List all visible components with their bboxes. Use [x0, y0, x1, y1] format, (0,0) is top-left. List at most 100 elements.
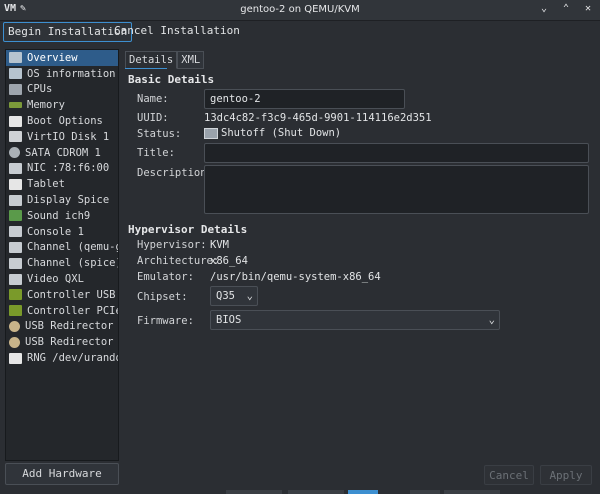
title-field[interactable]: [204, 143, 589, 163]
hypervisor-details-heading: Hypervisor Details: [128, 223, 248, 236]
taskbar-strip: [348, 490, 378, 494]
sound-icon: [9, 210, 22, 222]
emulator-value: /usr/bin/qemu-system-x86_64: [210, 271, 381, 283]
name-label: Name:: [137, 93, 169, 105]
architecture-label: Architecture:: [137, 255, 220, 267]
sidebar-item-controller-usb[interactable]: Controller USB: [6, 287, 118, 303]
sidebar-item-label: Channel (spice): [27, 257, 118, 270]
boot-icon: [9, 115, 22, 127]
tablet-icon: [9, 178, 22, 190]
sidebar-item-label: SATA CDROM 1: [25, 146, 101, 159]
sidebar-item-memory[interactable]: Memory: [6, 97, 118, 113]
firmware-selected-value: BIOS: [216, 314, 242, 326]
sidebar-item-label: Display Spice: [27, 194, 110, 207]
detail-tabs: Details XML: [125, 51, 205, 69]
sidebar-item-usb-redirector-2[interactable]: USB Redirector 2: [6, 334, 118, 350]
cancel-button[interactable]: Cancel: [484, 465, 534, 485]
sidebar-item-label: Memory: [27, 99, 65, 112]
uuid-label: UUID:: [137, 112, 169, 124]
sidebar-item-usb-redirector-1[interactable]: USB Redirector 1: [6, 319, 118, 335]
sidebar-item-display-spice[interactable]: Display Spice: [6, 192, 118, 208]
sidebar-item-nic[interactable]: NIC :78:f6:00: [6, 161, 118, 177]
chevron-up-icon[interactable]: ⌃: [560, 3, 572, 15]
chipset-select[interactable]: Q35 ⌄: [210, 286, 258, 306]
sidebar-item-label: Console 1: [27, 225, 84, 238]
name-field[interactable]: gentoo-2: [204, 89, 405, 109]
hypervisor-label: Hypervisor:: [137, 239, 207, 251]
usb-icon: [9, 336, 20, 348]
sidebar-item-label: CPUs: [27, 83, 53, 96]
taskbar-strip: [226, 490, 282, 494]
sidebar-item-sata-cdrom-1[interactable]: SATA CDROM 1: [6, 145, 118, 161]
title-label: Title:: [137, 147, 175, 159]
tab-details[interactable]: Details: [125, 51, 178, 69]
memory-icon: [9, 102, 22, 109]
sidebar-item-label: Video QXL: [27, 273, 84, 286]
cancel-installation-button[interactable]: Cancel Installation: [110, 22, 244, 40]
status-text: Shutoff (Shut Down): [221, 127, 342, 139]
channel-icon: [9, 241, 22, 253]
sidebar-item-label: OS information: [27, 67, 116, 80]
sidebar-item-label: Controller USB: [27, 288, 116, 301]
rng-icon: [9, 352, 22, 364]
taskbar-strip: [288, 490, 344, 494]
sidebar-item-label: USB Redirector 1: [25, 320, 118, 333]
sidebar-item-channel-qemu-ga[interactable]: Channel (qemu-ga): [6, 240, 118, 256]
firmware-label: Firmware:: [137, 315, 194, 327]
sidebar-item-label: Channel (qemu-ga): [27, 241, 118, 254]
controller-icon: [9, 289, 22, 301]
sidebar-item-cpus[interactable]: CPUs: [6, 82, 118, 98]
controller-icon: [9, 305, 22, 317]
disk-icon: [9, 131, 22, 143]
display-icon: [9, 194, 22, 206]
channel-icon: [9, 257, 22, 269]
sidebar-item-label: VirtIO Disk 1: [27, 130, 110, 143]
sidebar-item-label: USB Redirector 2: [25, 336, 118, 349]
sidebar-item-controller-pcie[interactable]: Controller PCIe: [6, 303, 118, 319]
sidebar-item-channel-spice[interactable]: Channel (spice): [6, 255, 118, 271]
description-field[interactable]: [204, 165, 589, 214]
cdrom-icon: [9, 147, 20, 159]
cpu-icon: [9, 83, 22, 95]
emulator-label: Emulator:: [137, 271, 194, 283]
architecture-value: x86_64: [210, 255, 248, 267]
chevron-down-icon: ⌄: [246, 290, 253, 302]
sidebar-item-label: NIC :78:f6:00: [27, 162, 110, 175]
chevron-down-icon: ⌄: [488, 314, 495, 326]
tab-xml[interactable]: XML: [177, 51, 205, 69]
sidebar-item-label: Boot Options: [27, 115, 103, 128]
sidebar-item-overview[interactable]: Overview: [6, 50, 118, 66]
monitor-icon: [9, 68, 22, 80]
add-hardware-button[interactable]: Add Hardware: [5, 463, 119, 485]
description-label: Description:: [137, 167, 213, 179]
window-title: gentoo-2 on QEMU/KVM: [240, 4, 360, 15]
chipset-selected-value: Q35: [216, 290, 235, 302]
sidebar-item-label: RNG /dev/urandom: [27, 352, 118, 365]
apply-button[interactable]: Apply: [540, 465, 592, 485]
monitor-icon: [204, 127, 218, 139]
close-icon[interactable]: ✕: [582, 3, 594, 15]
hypervisor-value: KVM: [210, 239, 229, 251]
usb-icon: [9, 320, 20, 332]
sidebar-item-os-information[interactable]: OS information: [6, 66, 118, 82]
hardware-list: Overview OS information CPUs Memory Boot…: [5, 49, 119, 461]
sidebar-item-label: Controller PCIe: [27, 304, 118, 317]
sidebar-item-boot-options[interactable]: Boot Options: [6, 113, 118, 129]
status-label: Status:: [137, 128, 182, 140]
sidebar-item-label: Overview: [27, 51, 78, 64]
sidebar-item-rng[interactable]: RNG /dev/urandom: [6, 350, 118, 366]
active-tab-indicator: [125, 68, 167, 69]
sidebar-item-virtio-disk-1[interactable]: VirtIO Disk 1: [6, 129, 118, 145]
chipset-label: Chipset:: [137, 291, 188, 303]
console-icon: [9, 226, 22, 238]
monitor-icon: [9, 52, 22, 64]
sidebar-item-tablet[interactable]: Tablet: [6, 176, 118, 192]
sidebar-item-label: Sound ich9: [27, 209, 91, 222]
chevron-down-icon[interactable]: ⌄: [538, 3, 550, 15]
firmware-select[interactable]: BIOS ⌄: [210, 310, 500, 330]
sidebar-item-console-1[interactable]: Console 1: [6, 224, 118, 240]
status-value: Shutoff (Shut Down): [204, 127, 341, 139]
sidebar-item-sound-ich9[interactable]: Sound ich9: [6, 208, 118, 224]
sidebar-item-video-qxl[interactable]: Video QXL: [6, 271, 118, 287]
nic-icon: [9, 162, 22, 174]
